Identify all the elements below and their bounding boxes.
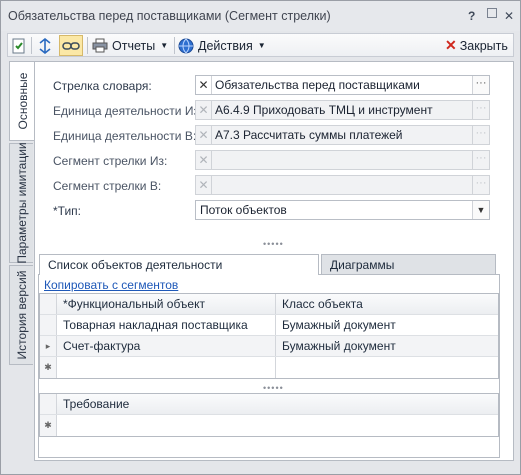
help-button[interactable]: ? [468, 9, 475, 23]
segment-from-label: Сегмент стрелки Из: [53, 154, 168, 168]
splitter-handle[interactable]: ••••• [263, 239, 284, 249]
grid-header: *Функциональный объект Класс объекта [40, 294, 498, 315]
toolbar: Отчеты ▼ Действия ▼ ✕ Закрыть [7, 33, 514, 57]
column-header-class[interactable]: Класс объекта [277, 294, 500, 314]
tab-activity-objects[interactable]: Список объектов деятельности [39, 254, 319, 275]
clear-icon: ✕ [196, 101, 212, 119]
reports-label: Отчеты [112, 38, 156, 53]
arrow-label: Стрелка словаря: [53, 79, 152, 93]
row-pointer-icon: ▸ [40, 336, 57, 356]
dialog-window: Обязательства перед поставщиками (Сегмен… [0, 0, 521, 475]
clear-icon[interactable]: ✕ [196, 76, 212, 94]
splitter-handle[interactable]: ••••• [263, 383, 284, 393]
close-icon: ✕ [445, 37, 457, 53]
chevron-down-icon[interactable]: ▼ [472, 201, 489, 219]
requirements-grid: Требование ✱ [39, 393, 499, 437]
new-row-icon: ✱ [40, 357, 57, 378]
chevron-down-icon: ▼ [257, 41, 266, 50]
tab-diagrams[interactable]: Диаграммы [321, 254, 496, 274]
chevron-down-icon: ▼ [160, 41, 169, 50]
toolbar-separator [87, 37, 88, 54]
clear-icon: ✕ [196, 126, 212, 144]
navigate-icon[interactable] [36, 36, 54, 55]
browse-button: ··· [472, 101, 489, 119]
unit-to-label: Единица деятельности В: [53, 129, 197, 143]
objects-grid: *Функциональный объект Класс объекта Тов… [39, 293, 499, 379]
new-row-icon: ✱ [40, 415, 57, 436]
column-header-object[interactable]: *Функциональный объект [58, 294, 276, 314]
reports-menu-button[interactable]: Отчеты ▼ [92, 36, 168, 55]
column-header-requirement[interactable]: Требование [58, 394, 499, 414]
unit-from-label: Единица деятельности Из: [53, 104, 203, 118]
browse-button: ··· [472, 151, 489, 169]
unit-to-field[interactable]: ✕ А7.3 Рассчитать суммы платежей ··· [195, 125, 490, 145]
grid-header: Требование [40, 394, 498, 415]
new-row[interactable]: ✱ [40, 415, 498, 436]
title-bar: Обязательства перед поставщиками (Сегмен… [1, 1, 520, 31]
unit-from-field[interactable]: ✕ А6.4.9 Приходовать ТМЦ и инструмент ··… [195, 100, 490, 120]
close-window-button[interactable] [487, 8, 497, 18]
window-title: Обязательства перед поставщиками (Сегмен… [8, 9, 331, 23]
tab-main[interactable]: Основные [9, 61, 35, 141]
clear-icon: ✕ [196, 176, 212, 194]
segment-from-field[interactable]: ✕ ··· [195, 150, 490, 170]
refresh-icon[interactable] [12, 36, 26, 55]
segment-to-label: Сегмент стрелки В: [53, 179, 162, 193]
globe-icon [178, 38, 194, 53]
new-row[interactable]: ✱ [40, 357, 498, 378]
table-row[interactable]: ▸ Счет-фактура Бумажный документ [40, 336, 498, 357]
type-combobox[interactable]: Поток объектов ▼ [195, 200, 490, 220]
toolbar-separator [31, 37, 32, 54]
type-label: *Тип: [53, 204, 82, 218]
segment-to-field[interactable]: ✕ ··· [195, 175, 490, 195]
toolbar-separator [174, 37, 175, 54]
close-button[interactable]: ✕ Закрыть [445, 36, 508, 55]
printer-icon [92, 38, 108, 53]
table-row[interactable]: Товарная накладная поставщика Бумажный д… [40, 315, 498, 336]
actions-label: Действия [198, 38, 253, 53]
close-x-button[interactable]: ✕ [504, 9, 514, 23]
copy-from-segments-link[interactable]: Копировать с сегментов [44, 278, 178, 292]
browse-button: ··· [472, 126, 489, 144]
browse-button[interactable]: ··· [472, 76, 489, 94]
tab-simulation-params[interactable]: Параметры имитации [9, 142, 33, 264]
clear-icon: ✕ [196, 151, 212, 169]
tab-version-history[interactable]: История версий [9, 265, 33, 365]
actions-menu-button[interactable]: Действия ▼ [178, 36, 266, 55]
close-label: Закрыть [459, 38, 508, 53]
arrow-field[interactable]: ✕ Обязательства перед поставщиками ··· [195, 75, 490, 95]
browse-button: ··· [472, 176, 489, 194]
link-icon[interactable] [59, 35, 83, 56]
